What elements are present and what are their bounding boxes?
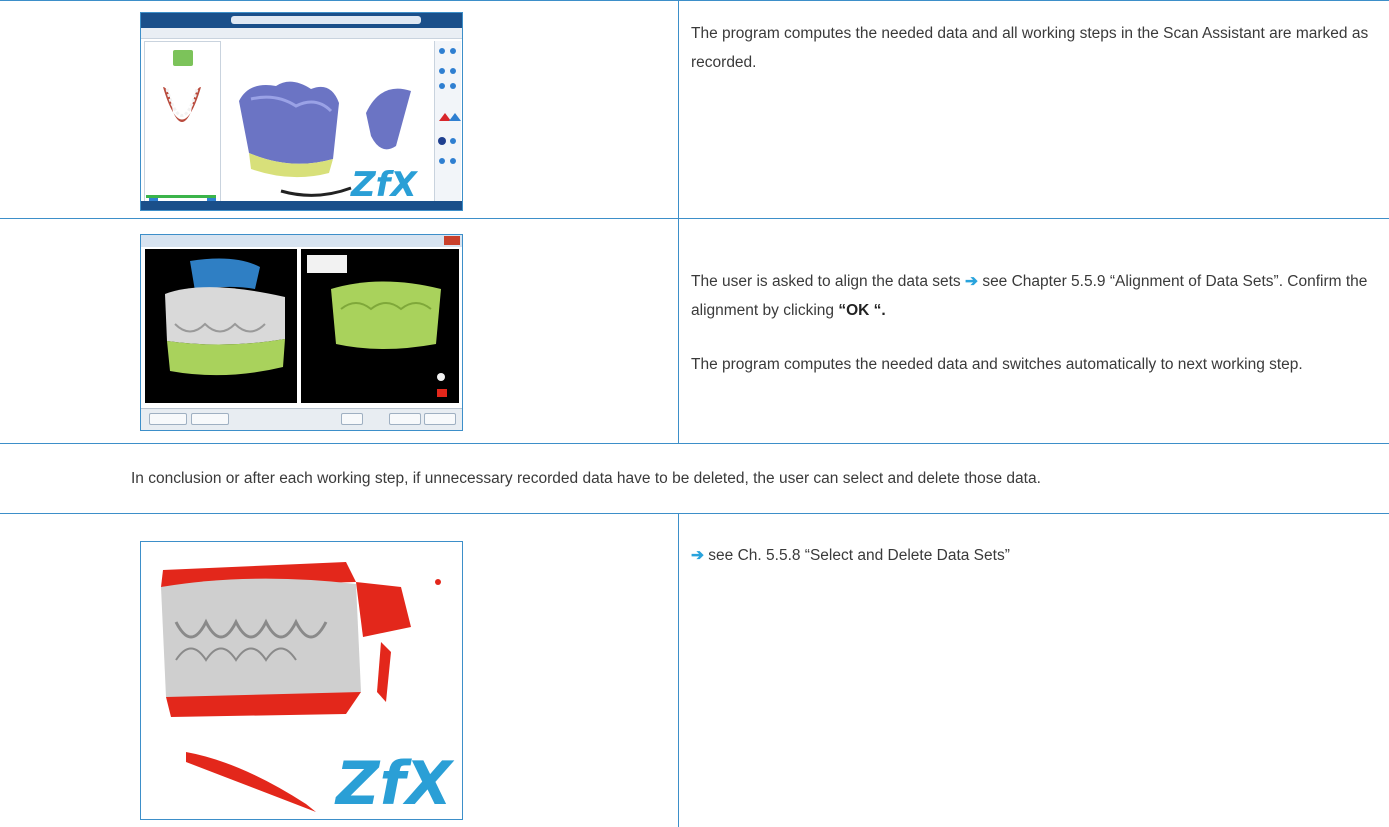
delete-data-sets-image: ZfX [140, 541, 463, 820]
column-divider-3 [678, 513, 679, 827]
row2-paragraph2: The program computes the needed data and… [691, 356, 1303, 373]
jaw-thumbnail-icon [149, 50, 216, 205]
row3-description: ➔ see Ch. 5.5.8 “Select and Delete Data … [691, 541, 1371, 570]
zfx-logo: ZfX [334, 749, 455, 819]
ok-label: “OK “. [838, 302, 886, 319]
ribbon-bar [141, 28, 462, 39]
column-divider-2 [678, 218, 679, 443]
alignment-dialog-screenshot [140, 234, 463, 431]
dialog-button [191, 413, 229, 425]
progress-bar [146, 195, 216, 198]
dialog-button [149, 413, 187, 425]
row1-description: The program computes the needed data and… [691, 19, 1371, 77]
dialog-titlebar [141, 235, 462, 247]
row2-description: The user is asked to align the data sets… [691, 267, 1371, 379]
cancel-button [424, 413, 456, 425]
alignment-view-right [301, 249, 459, 403]
column-divider-1 [678, 0, 679, 218]
tool-palette [434, 41, 461, 210]
row2-paragraph1: The user is asked to align the data sets… [691, 267, 1371, 325]
3d-view-canvas: ZfX [221, 41, 433, 210]
alignment-view-left [145, 249, 297, 403]
row1-text: The program computes the needed data and… [691, 25, 1369, 71]
scan-assistant-panel [144, 41, 221, 210]
row3-reference: ➔ see Ch. 5.5.8 “Select and Delete Data … [691, 541, 1371, 570]
conclusion-text: In conclusion or after each working step… [131, 470, 1041, 487]
search-bar [231, 16, 421, 24]
close-icon [444, 236, 460, 245]
table-rule-top [0, 0, 1389, 1]
ok-button [389, 413, 421, 425]
arrow-icon: ➔ [691, 547, 704, 564]
dialog-button-bar [141, 408, 462, 430]
table-rule-row1 [0, 218, 1389, 219]
row3-reference-text: see Ch. 5.5.8 “Select and Delete Data Se… [704, 547, 1010, 564]
scan-software-screenshot: ZfX [140, 12, 463, 211]
zfx-logo: ZfX [350, 165, 418, 205]
status-bar [141, 201, 462, 210]
table-rule-row2 [0, 443, 1389, 444]
arrow-icon: ➔ [965, 273, 978, 290]
table-rule-row3 [0, 513, 1389, 514]
dialog-button [341, 413, 363, 425]
row2-text-before: The user is asked to align the data sets [691, 273, 961, 290]
